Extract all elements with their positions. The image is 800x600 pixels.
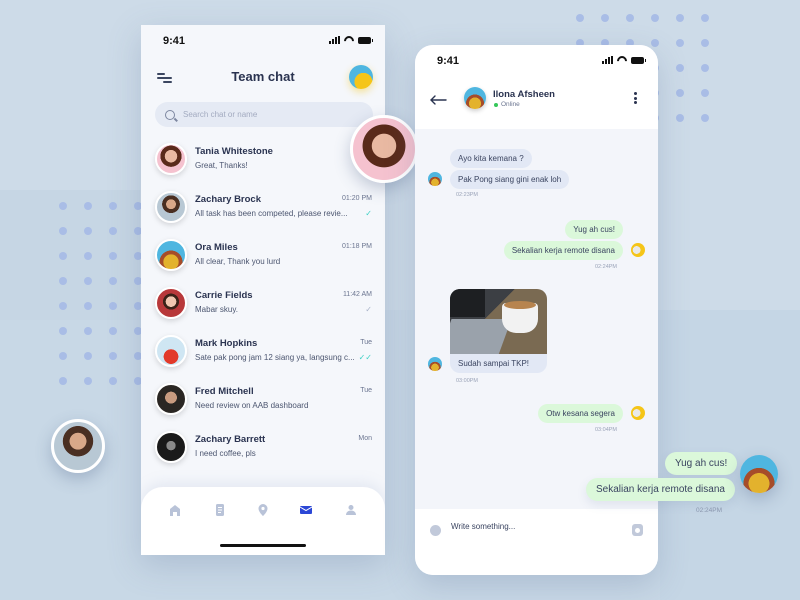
chat-time: Tue [360,339,372,346]
chat-time: 11:42 AM [342,291,372,298]
contact-status: Online [501,101,520,108]
chat-preview: Great, Thanks! [195,161,248,170]
wifi-icon [344,36,354,44]
status-time: 9:41 [163,35,186,47]
floating-message: Yug ah cus! [665,452,738,475]
chat-item[interactable]: Mark Hopkins Sate pak pong jam 12 siang … [141,329,385,377]
chat-item[interactable]: Zachary Barrett I need coffee, pls Mon [141,425,385,473]
message-list: Ayo kita kemana ? Pak Pong siang gini en… [415,129,658,509]
image-caption: Sudah sampai TKP! [450,354,547,373]
camera-icon[interactable] [632,524,643,536]
floating-avatar-tania [350,115,418,183]
avatar [155,143,187,175]
message-time: 02:24PM [594,264,617,270]
search-input[interactable] [183,110,353,119]
chat-time: 01:20 PM [342,195,372,202]
floating-avatar-ilona [740,455,778,493]
chat-name: Mark Hopkins [195,338,258,349]
chat-preview: All clear, Thank you lurd [195,257,281,266]
incoming-message: Ayo kita kemana ? [450,149,532,168]
wifi-icon [617,56,627,64]
contact-mini-avatar [428,172,442,186]
my-mini-avatar [631,406,645,420]
online-indicator [494,103,498,107]
outgoing-message: Yug ah cus! [565,220,623,239]
shared-photo[interactable] [450,289,547,354]
battery-icon [358,36,373,44]
chat-list: Tania Whitestone Great, Thanks! 03: Zach… [141,137,385,473]
outgoing-message: Sekalian kerja remote disana [503,241,623,260]
avatar [155,287,187,319]
chat-name: Tania Whitestone [195,146,273,157]
chat-item[interactable]: Zachary Brock All task has been competed… [141,185,385,233]
avatar [155,239,187,271]
chat-item[interactable]: Tania Whitestone Great, Thanks! 03: [141,137,385,185]
chat-name: Ora Miles [195,242,238,253]
my-mini-avatar [631,243,645,257]
chat-preview: All task has been competed, please revie… [195,209,348,218]
chat-name: Zachary Brock [195,194,262,205]
battery-icon [631,56,646,64]
avatar [155,383,187,415]
read-check-icon: ✓✓ [358,353,372,362]
message-time: 02:23PM [456,192,479,198]
sent-check-icon: ✓ [365,209,372,218]
avatar [155,191,187,223]
chat-name: Fred Mitchell [195,386,254,397]
chat-preview: Need review on AAB dashboard [195,401,309,410]
chat-preview: I need coffee, pls [195,449,256,458]
search-bar[interactable] [155,102,373,127]
outgoing-message: Otw kesana segera [538,404,623,423]
message-time: 03:04PM [594,427,617,433]
signal-icon [602,56,613,64]
team-chat-screen: 9:41 Team chat Tania Whitestone Great, T… [141,25,385,555]
avatar [155,335,187,367]
document-icon[interactable] [213,503,229,517]
chat-time: 01:18 PM [342,243,372,250]
message-time: 03:00PM [456,378,479,384]
chat-item[interactable]: Fred Mitchell Need review on AAB dashboa… [141,377,385,425]
user-avatar[interactable] [349,65,373,89]
home-icon[interactable] [168,503,184,517]
conversation-header: 9:41 Ilona Afsheen Online [415,45,658,129]
message-composer [415,509,658,575]
chat-preview: Mabar skuy. [195,305,238,314]
sent-check-icon: ✓ [365,305,372,314]
back-arrow-icon[interactable] [429,92,447,105]
messages-icon[interactable] [299,503,315,517]
avatar [155,431,187,463]
chat-item[interactable]: Ora Miles All clear, Thank you lurd 01:1… [141,233,385,281]
search-icon [165,109,175,120]
emoji-icon[interactable] [430,525,441,536]
profile-icon[interactable] [344,503,360,517]
signal-icon [329,36,340,44]
chat-name: Carrie Fields [195,290,253,301]
dot-pattern-left [59,202,142,385]
floating-avatar-zachary [51,419,105,473]
chat-item[interactable]: Carrie Fields Mabar skuy. 11:42 AM ✓ [141,281,385,329]
floating-message: Sekalian kerja remote disana [586,478,735,501]
chat-name: Zachary Barrett [195,434,266,445]
status-bar: 9:41 [141,25,385,55]
chat-time: Tue [360,387,372,394]
contact-avatar[interactable] [464,87,486,109]
contact-mini-avatar [428,357,442,371]
floating-message-time: 02:24PM [696,507,723,514]
message-input[interactable] [451,522,611,531]
chat-preview: Sate pak pong jam 12 siang ya, langsung … [195,353,355,362]
location-pin-icon[interactable] [256,503,272,517]
incoming-message: Pak Pong siang gini enak loh [450,170,570,189]
chat-time: Mon [358,435,372,442]
more-options-icon[interactable] [634,92,638,104]
status-time: 9:41 [437,55,460,67]
home-indicator [220,544,306,547]
contact-name: Ilona Afsheen [493,89,555,100]
bottom-tab-bar [141,487,385,555]
header: Team chat [141,65,385,97]
